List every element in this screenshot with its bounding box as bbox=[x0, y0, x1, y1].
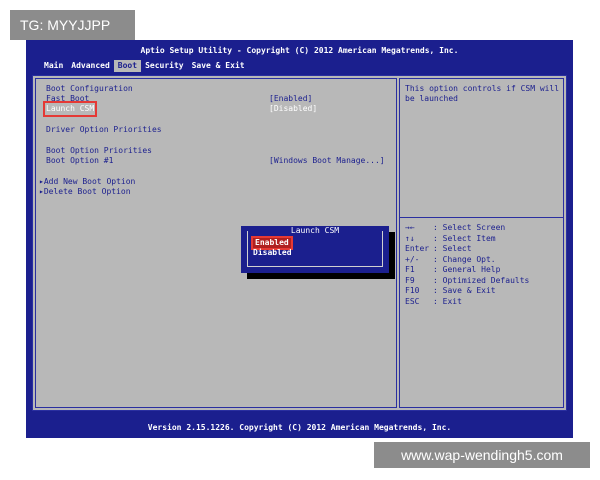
add-new-boot-option-label: Add New Boot Option bbox=[43, 177, 136, 186]
launch-csm-value[interactable]: [Disabled] bbox=[269, 104, 317, 114]
tab-main[interactable]: Main bbox=[40, 60, 67, 72]
popup-option-enabled[interactable]: Enabled bbox=[251, 236, 293, 250]
help-pane: This option controls if CSM will be laun… bbox=[399, 78, 564, 408]
section-boot-configuration: Boot Configuration bbox=[46, 84, 133, 93]
tab-advanced[interactable]: Advanced bbox=[67, 60, 114, 72]
key-row-select: Enter: Select bbox=[405, 244, 472, 253]
key-row-optimized-defaults: F9: Optimized Defaults bbox=[405, 275, 530, 285]
watermark-top: TG: MYYJJPP bbox=[10, 10, 135, 40]
driver-option-priorities[interactable]: Driver Option Priorities bbox=[46, 125, 162, 135]
launch-csm-label[interactable]: Launch CSM bbox=[42, 101, 98, 117]
add-boot-option-item[interactable]: ▸Add New Boot Option bbox=[39, 177, 135, 187]
boot-option-1-value[interactable]: [Windows Boot Manage...] bbox=[269, 156, 385, 166]
popup-title: Launch CSM bbox=[241, 226, 389, 236]
boot-option-1-label[interactable]: Boot Option #1 bbox=[46, 156, 113, 166]
bios-window: Aptio Setup Utility - Copyright (C) 2012… bbox=[26, 40, 573, 438]
tab-save-exit[interactable]: Save & Exit bbox=[188, 60, 249, 72]
tab-security[interactable]: Security bbox=[141, 60, 188, 72]
bios-title: Aptio Setup Utility - Copyright (C) 2012… bbox=[140, 46, 459, 55]
delete-boot-option-label: Delete Boot Option bbox=[43, 187, 131, 196]
tab-bar: Main Advanced Boot Security Save & Exit bbox=[40, 60, 249, 72]
key-row-select-screen: →←: Select Screen bbox=[405, 223, 506, 232]
key-row-exit: ESC: Exit bbox=[405, 296, 462, 306]
fast-boot-label[interactable]: Fast Boot bbox=[46, 94, 89, 104]
help-divider bbox=[400, 217, 563, 218]
tab-boot[interactable]: Boot bbox=[113, 60, 142, 72]
section-boot-option-priorities: Boot Option Priorities bbox=[46, 146, 152, 155]
setup-body: Boot Configuration Fast Boot [Enabled] L… bbox=[32, 75, 567, 411]
bios-footer: Version 2.15.1226. Copyright (C) 2012 Am… bbox=[147, 423, 452, 432]
page: TG: MYYJJPP Aptio Setup Utility - Copyri… bbox=[0, 0, 600, 480]
key-row-select-item: ↑↓: Select Item bbox=[405, 233, 496, 243]
key-row-general-help: F1: General Help bbox=[405, 265, 501, 274]
popup-option-disabled[interactable]: Disabled bbox=[253, 248, 292, 258]
key-row-change-opt: +/-: Change Opt. bbox=[405, 254, 496, 264]
key-row-save-exit: F10: Save & Exit bbox=[405, 286, 496, 295]
launch-csm-popup: Launch CSM Enabled Disabled bbox=[241, 226, 389, 273]
help-description: This option controls if CSM will be laun… bbox=[405, 84, 560, 103]
fast-boot-value[interactable]: [Enabled] bbox=[269, 94, 312, 104]
key-legend: →←: Select Screen ↑↓: Select Item Enter:… bbox=[405, 223, 529, 307]
watermark-bottom: www.wap-wendingh5.com bbox=[374, 442, 590, 468]
delete-boot-option-item[interactable]: ▸Delete Boot Option bbox=[39, 187, 131, 197]
